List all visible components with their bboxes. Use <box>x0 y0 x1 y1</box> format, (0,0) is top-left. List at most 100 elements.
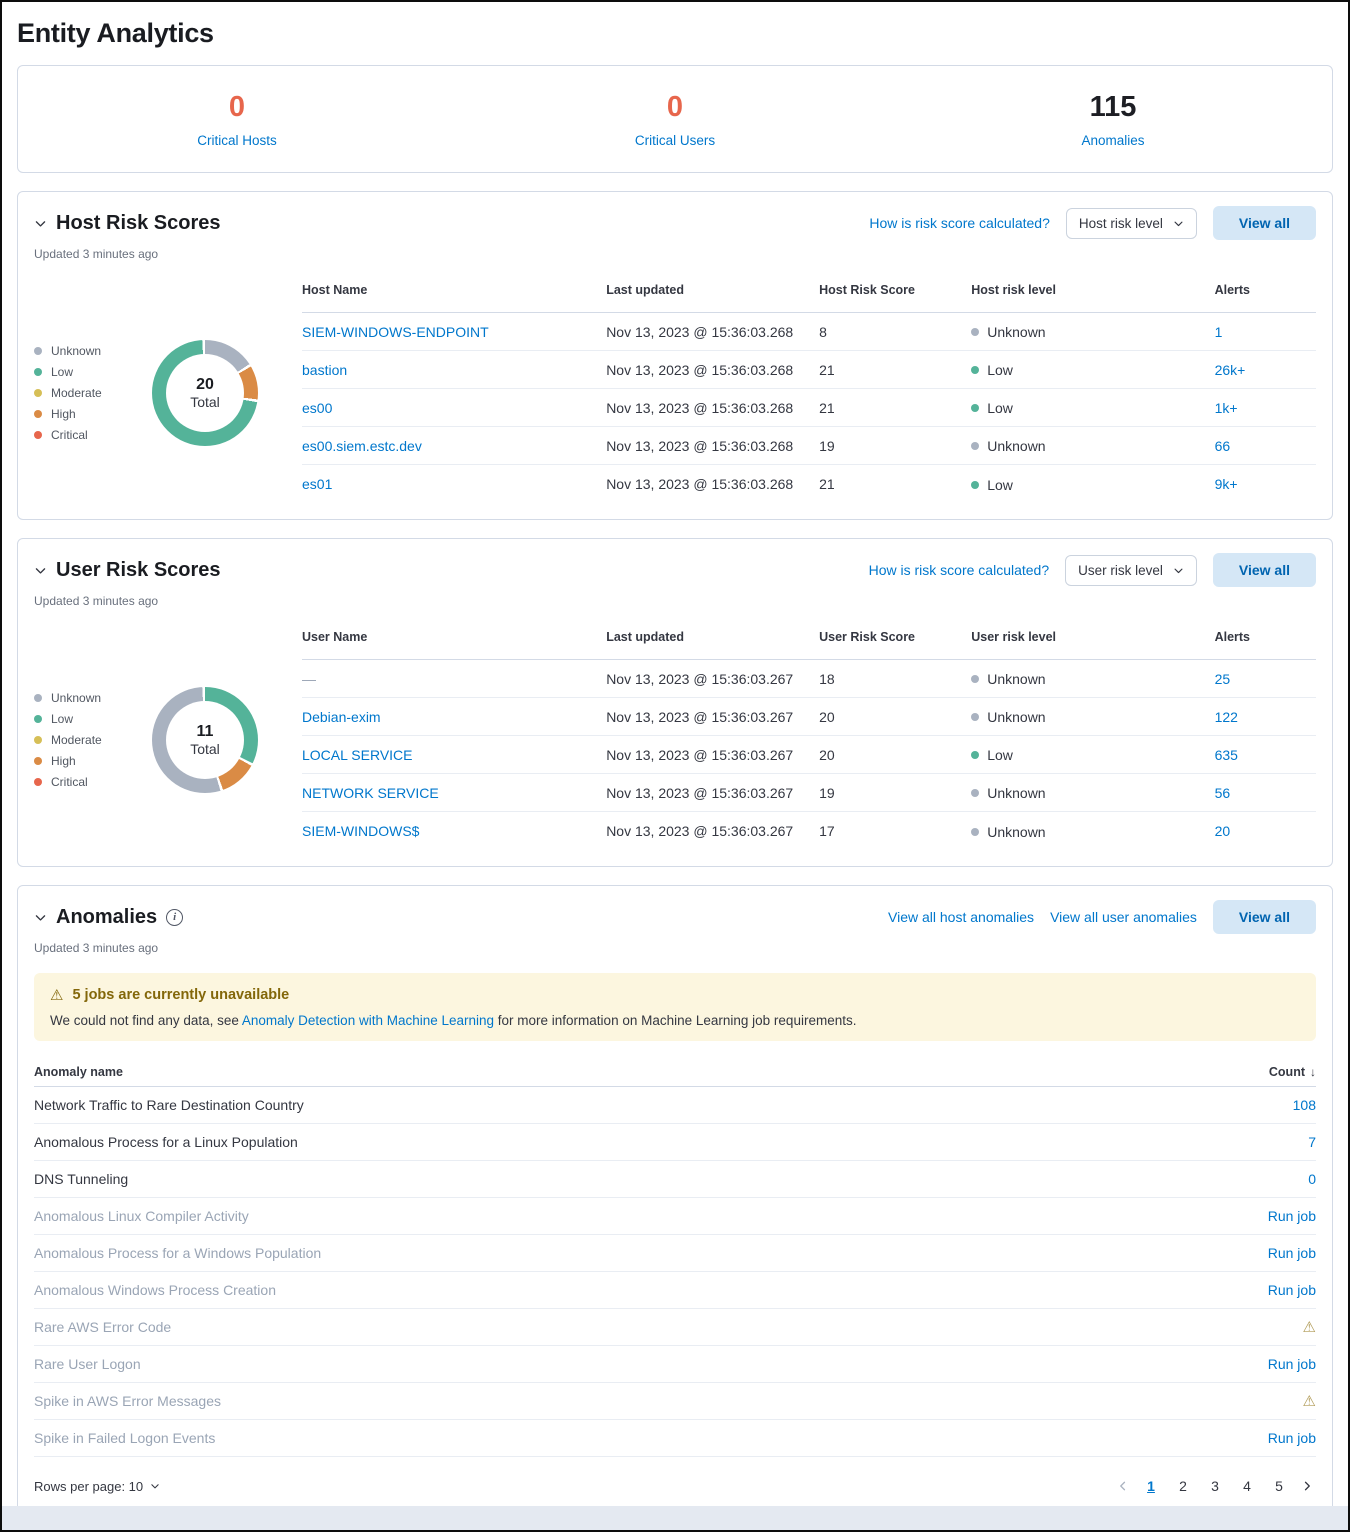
host-risk-level-filter[interactable]: Host risk level <box>1066 208 1197 239</box>
page-button-3[interactable]: 3 <box>1202 1473 1228 1499</box>
risk-level-dot-icon <box>971 789 979 797</box>
alerts-count-link[interactable]: 1 <box>1215 324 1223 340</box>
user-name-link[interactable]: LOCAL SERVICE <box>302 747 413 763</box>
run-job-link[interactable]: Run job <box>1268 1430 1316 1446</box>
anomalies-view-all-button[interactable]: View all <box>1213 900 1316 934</box>
legend-item-critical[interactable]: Critical <box>34 775 152 789</box>
entity-analytics-page: Entity Analytics 0 Critical Hosts 0 Crit… <box>0 0 1350 1532</box>
kpi-anomalies: 115 Anomalies <box>894 91 1332 148</box>
legend-item-high[interactable]: High <box>34 754 152 768</box>
alerts-count-link[interactable]: 1k+ <box>1215 400 1238 416</box>
user-risk-scores-section: User Risk Scores How is risk score calcu… <box>17 538 1333 867</box>
high-dot-icon <box>34 410 42 418</box>
alerts-count-link[interactable]: 56 <box>1215 785 1231 801</box>
legend-item-unknown[interactable]: Unknown <box>34 691 152 705</box>
host-risk-how-link[interactable]: How is risk score calculated? <box>869 215 1050 231</box>
alerts-count-link[interactable]: 66 <box>1215 438 1231 454</box>
critical-users-link[interactable]: Critical Users <box>456 133 894 148</box>
anomalies-table-header: Anomaly name Count↓ <box>34 1057 1316 1087</box>
host-table-header: Host Name Last updated Host Risk Score H… <box>302 283 1316 313</box>
chevron-down-icon <box>1173 218 1184 229</box>
user-name-link[interactable]: SIEM-WINDOWS$ <box>302 823 419 839</box>
alerts-count-link[interactable]: 25 <box>1215 671 1231 687</box>
run-job-link[interactable]: Run job <box>1268 1208 1316 1224</box>
col-host-risk-score: Host Risk Score <box>819 283 971 297</box>
chevron-down-icon <box>1173 565 1184 576</box>
user-donut-total-label: Total <box>190 741 220 757</box>
host-risk-view-all-button[interactable]: View all <box>1213 206 1316 240</box>
host-name-link[interactable]: SIEM-WINDOWS-ENDPOINT <box>302 324 489 340</box>
page-button-2[interactable]: 2 <box>1170 1473 1196 1499</box>
user-risk-updated-text: Updated 3 minutes ago <box>34 594 1316 608</box>
table-row: Spike in Failed Logon Events Run job <box>34 1420 1316 1457</box>
user-name-empty: — <box>302 671 316 687</box>
host-name-link[interactable]: es01 <box>302 476 332 492</box>
run-job-link[interactable]: Run job <box>1268 1356 1316 1372</box>
view-all-user-anomalies-link[interactable]: View all user anomalies <box>1050 909 1197 925</box>
previous-page-icon[interactable] <box>1114 1480 1132 1492</box>
critical-hosts-link[interactable]: Critical Hosts <box>18 133 456 148</box>
risk-level-dot-icon <box>971 366 979 374</box>
user-risk-view-all-button[interactable]: View all <box>1213 553 1316 587</box>
table-row: Anomalous Windows Process Creation Run j… <box>34 1272 1316 1309</box>
legend-item-moderate[interactable]: Moderate <box>34 386 152 400</box>
table-row: LOCAL SERVICE Nov 13, 2023 @ 15:36:03.26… <box>302 736 1316 774</box>
info-icon[interactable]: i <box>166 909 183 926</box>
col-last-updated: Last updated <box>606 283 819 297</box>
user-risk-level-filter[interactable]: User risk level <box>1065 555 1197 586</box>
host-name-link[interactable]: es00.siem.estc.dev <box>302 438 422 454</box>
host-risk-updated-text: Updated 3 minutes ago <box>34 247 1316 261</box>
host-name-link[interactable]: es00 <box>302 400 332 416</box>
run-job-link[interactable]: Run job <box>1268 1282 1316 1298</box>
kpi-summary-bar: 0 Critical Hosts 0 Critical Users 115 An… <box>17 65 1333 173</box>
alerts-count-link[interactable]: 20 <box>1215 823 1231 839</box>
risk-level-dot-icon <box>971 828 979 836</box>
table-row: es00.siem.estc.dev Nov 13, 2023 @ 15:36:… <box>302 427 1316 465</box>
legend-item-low[interactable]: Low <box>34 365 152 379</box>
view-all-host-anomalies-link[interactable]: View all host anomalies <box>888 909 1034 925</box>
next-page-icon[interactable] <box>1298 1480 1316 1492</box>
user-name-link[interactable]: Debian-exim <box>302 709 381 725</box>
table-row: NETWORK SERVICE Nov 13, 2023 @ 15:36:03.… <box>302 774 1316 812</box>
host-risk-donut-chart: 20 Total <box>152 340 258 446</box>
table-row: Spike in AWS Error Messages ⚠ <box>34 1383 1316 1420</box>
chevron-down-icon <box>150 1481 160 1491</box>
legend-item-low[interactable]: Low <box>34 712 152 726</box>
host-name-link[interactable]: bastion <box>302 362 347 378</box>
anomaly-count-link[interactable]: 7 <box>1308 1134 1316 1150</box>
alerts-count-link[interactable]: 26k+ <box>1215 362 1246 378</box>
risk-level-dot-icon <box>971 481 979 489</box>
page-button-5[interactable]: 5 <box>1266 1473 1292 1499</box>
anomaly-count-link[interactable]: 0 <box>1308 1171 1316 1187</box>
alerts-count-link[interactable]: 9k+ <box>1215 476 1238 492</box>
anomalies-section: Anomalies i View all host anomalies View… <box>17 885 1333 1516</box>
host-risk-title: Host Risk Scores <box>56 212 221 235</box>
anomalies-link[interactable]: Anomalies <box>894 133 1332 148</box>
legend-item-critical[interactable]: Critical <box>34 428 152 442</box>
host-risk-table: Host Name Last updated Host Risk Score H… <box>302 283 1316 503</box>
page-button-4[interactable]: 4 <box>1234 1473 1260 1499</box>
table-row: SIEM-WINDOWS$ Nov 13, 2023 @ 15:36:03.26… <box>302 812 1316 850</box>
user-name-link[interactable]: NETWORK SERVICE <box>302 785 439 801</box>
user-table-header: User Name Last updated User Risk Score U… <box>302 630 1316 660</box>
alerts-count-link[interactable]: 122 <box>1215 709 1238 725</box>
anomalies-table: Anomaly name Count↓ Network Traffic to R… <box>34 1057 1316 1457</box>
anomaly-count-link[interactable]: 108 <box>1293 1097 1316 1113</box>
chevron-down-icon[interactable] <box>34 564 47 577</box>
legend-item-moderate[interactable]: Moderate <box>34 733 152 747</box>
ml-docs-link[interactable]: Anomaly Detection with Machine Learning <box>242 1013 494 1028</box>
page-button-1[interactable]: 1 <box>1138 1473 1164 1499</box>
user-risk-how-link[interactable]: How is risk score calculated? <box>869 562 1050 578</box>
table-row: Network Traffic to Rare Destination Coun… <box>34 1087 1316 1124</box>
user-risk-title: User Risk Scores <box>56 559 221 582</box>
chevron-down-icon[interactable] <box>34 217 47 230</box>
run-job-link[interactable]: Run job <box>1268 1245 1316 1261</box>
chevron-down-icon[interactable] <box>34 911 47 924</box>
legend-item-unknown[interactable]: Unknown <box>34 344 152 358</box>
legend-item-high[interactable]: High <box>34 407 152 421</box>
col-count[interactable]: Count↓ <box>1269 1065 1316 1079</box>
anomalies-title: Anomalies <box>56 906 157 929</box>
rows-per-page-selector[interactable]: Rows per page: 10 <box>34 1479 160 1494</box>
table-row: bastion Nov 13, 2023 @ 15:36:03.268 21 L… <box>302 351 1316 389</box>
alerts-count-link[interactable]: 635 <box>1215 747 1238 763</box>
